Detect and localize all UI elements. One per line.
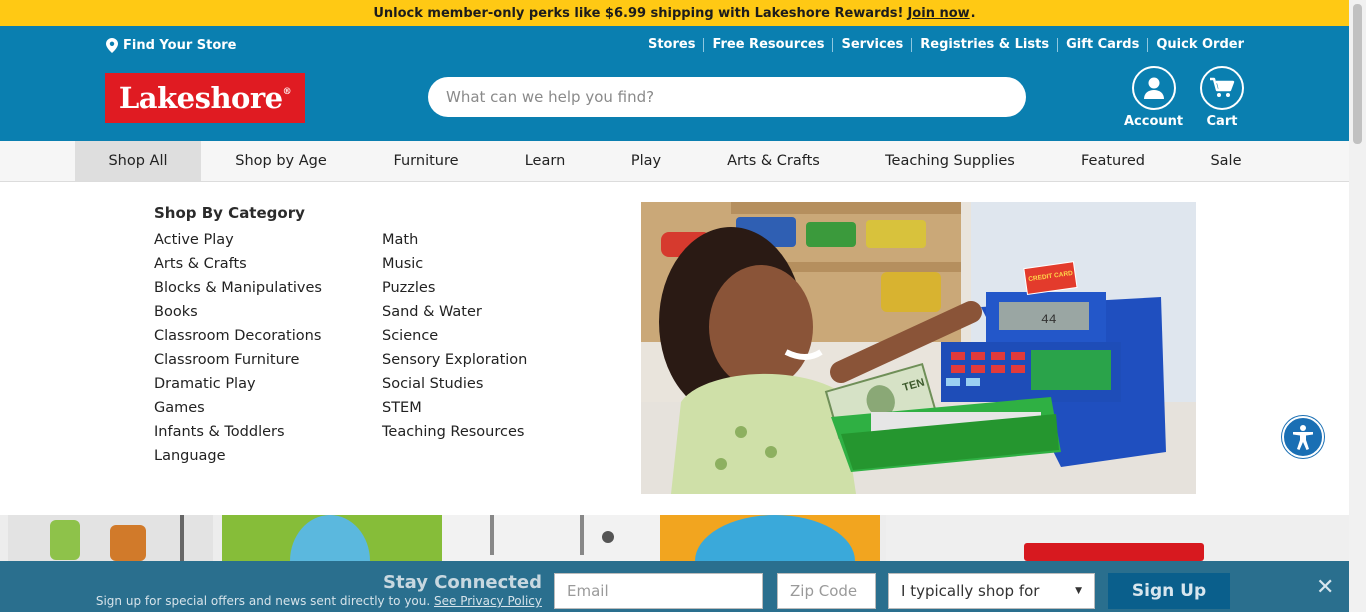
lakeshore-logo[interactable]: Lakeshore ® bbox=[105, 73, 305, 123]
category-link[interactable]: Science bbox=[382, 327, 527, 351]
category-link[interactable]: STEM bbox=[382, 399, 527, 423]
accessibility-icon[interactable] bbox=[1282, 416, 1324, 458]
newsletter-title: Stay Connected bbox=[383, 572, 542, 593]
logo-text: Lakeshore bbox=[118, 81, 283, 115]
shop-for-value: I typically shop for bbox=[901, 582, 1040, 600]
category-link[interactable]: Active Play bbox=[154, 231, 322, 255]
cart-button[interactable]: Cart bbox=[1200, 66, 1244, 129]
user-icon bbox=[1131, 66, 1176, 110]
nav-arts-crafts[interactable]: Arts & Crafts bbox=[715, 141, 832, 181]
category-link[interactable]: Social Studies bbox=[382, 375, 527, 399]
nav-shop-by-age[interactable]: Shop by Age bbox=[215, 141, 347, 181]
scrollbar-thumb[interactable] bbox=[1353, 4, 1362, 144]
page-content-behind bbox=[0, 515, 1349, 561]
caret-down-icon: ▼ bbox=[1075, 586, 1082, 596]
promo-text: Unlock member-only perks like $6.99 ship… bbox=[373, 5, 904, 21]
nav-furniture[interactable]: Furniture bbox=[378, 141, 474, 181]
nav-shop-all[interactable]: Shop All bbox=[75, 141, 201, 181]
site-header: Find Your Store Stores Free Resources Se… bbox=[0, 26, 1349, 141]
category-link[interactable]: Teaching Resources bbox=[382, 423, 527, 447]
promo-image-cash-register[interactable]: TEN 44 CREDIT CARD bbox=[641, 202, 1196, 494]
newsletter-bar: Stay Connected Sign up for special offer… bbox=[0, 561, 1349, 612]
utility-link-quick-order[interactable]: Quick Order bbox=[1147, 38, 1244, 52]
find-store-label: Find Your Store bbox=[123, 38, 237, 53]
newsletter-subtitle-text: Sign up for special offers and news sent… bbox=[95, 594, 431, 608]
category-link[interactable]: Sand & Water bbox=[382, 303, 527, 327]
location-pin-icon bbox=[106, 38, 118, 53]
category-link[interactable]: Infants & Toddlers bbox=[154, 423, 322, 447]
category-column-2: Math Music Puzzles Sand & Water Science … bbox=[382, 231, 527, 447]
nav-featured[interactable]: Featured bbox=[1068, 141, 1158, 181]
sign-up-button[interactable]: Sign Up bbox=[1108, 573, 1230, 609]
utility-link-gift-cards[interactable]: Gift Cards bbox=[1057, 38, 1147, 52]
cart-icon bbox=[1200, 66, 1244, 110]
search-input[interactable] bbox=[428, 77, 1026, 117]
newsletter-subtitle: Sign up for special offers and news sent… bbox=[96, 594, 542, 608]
category-link[interactable]: Arts & Crafts bbox=[154, 255, 322, 279]
nav-teaching-supplies[interactable]: Teaching Supplies bbox=[870, 141, 1030, 181]
email-field[interactable] bbox=[554, 573, 763, 609]
category-link[interactable]: Puzzles bbox=[382, 279, 527, 303]
category-link[interactable]: Books bbox=[154, 303, 322, 327]
category-link[interactable]: Classroom Furniture bbox=[154, 351, 322, 375]
category-link[interactable]: Dramatic Play bbox=[154, 375, 322, 399]
utility-link-free-resources[interactable]: Free Resources bbox=[703, 38, 832, 52]
main-nav: Shop All Shop by Age Furniture Learn Pla… bbox=[0, 141, 1349, 182]
page-scrollbar[interactable] bbox=[1349, 0, 1366, 612]
utility-link-stores[interactable]: Stores bbox=[640, 38, 703, 52]
promo-bar: Unlock member-only perks like $6.99 ship… bbox=[0, 0, 1349, 26]
nav-play[interactable]: Play bbox=[616, 141, 676, 181]
cart-label: Cart bbox=[1206, 114, 1238, 129]
category-link[interactable]: Math bbox=[382, 231, 527, 255]
category-link[interactable]: Games bbox=[154, 399, 322, 423]
category-column-1: Active Play Arts & Crafts Blocks & Manip… bbox=[154, 231, 322, 471]
privacy-policy-link[interactable]: See Privacy Policy bbox=[434, 594, 542, 608]
shop-for-select[interactable]: I typically shop for ▼ bbox=[888, 573, 1095, 609]
shop-all-mega-menu: Shop By Category Active Play Arts & Craf… bbox=[0, 182, 1349, 515]
category-link[interactable]: Language bbox=[154, 447, 322, 471]
find-store-link[interactable]: Find Your Store bbox=[106, 38, 237, 53]
utility-link-registries[interactable]: Registries & Lists bbox=[911, 38, 1057, 52]
utility-link-services[interactable]: Services bbox=[832, 38, 911, 52]
category-link[interactable]: Classroom Decorations bbox=[154, 327, 322, 351]
registered-mark: ® bbox=[282, 87, 292, 97]
account-label: Account bbox=[1124, 114, 1184, 129]
nav-learn[interactable]: Learn bbox=[510, 141, 580, 181]
close-icon[interactable]: ✕ bbox=[1316, 577, 1334, 599]
account-button[interactable]: Account bbox=[1124, 66, 1183, 129]
join-now-link[interactable]: Join now bbox=[907, 6, 969, 21]
register-display: 44 bbox=[1041, 312, 1057, 327]
category-link[interactable]: Sensory Exploration bbox=[382, 351, 527, 375]
category-heading: Shop By Category bbox=[154, 204, 305, 222]
zip-code-field[interactable] bbox=[777, 573, 876, 609]
nav-sale[interactable]: Sale bbox=[1196, 141, 1256, 181]
utility-nav: Stores Free Resources Services Registrie… bbox=[640, 38, 1244, 52]
promo-end: . bbox=[970, 5, 976, 21]
category-link[interactable]: Blocks & Manipulatives bbox=[154, 279, 322, 303]
category-link[interactable]: Music bbox=[382, 255, 527, 279]
